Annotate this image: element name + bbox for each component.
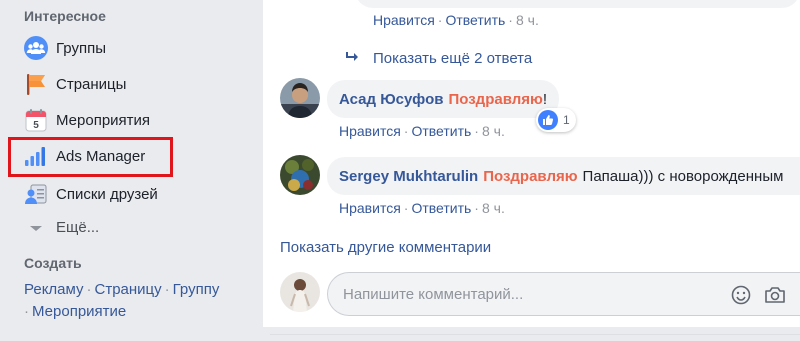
calendar-icon: 5 bbox=[24, 108, 48, 132]
separator-dot: · bbox=[437, 12, 443, 28]
previous-comment-bubble bbox=[355, 0, 800, 8]
avatar[interactable] bbox=[280, 78, 320, 118]
camera-icon[interactable] bbox=[764, 284, 786, 306]
separator-dot: · bbox=[86, 281, 92, 298]
reaction-count-badge[interactable]: 1 bbox=[536, 108, 576, 132]
create-group-link[interactable]: Группу bbox=[173, 281, 220, 298]
sidebar-item-more[interactable]: Ещё... bbox=[24, 213, 99, 241]
caret-down-icon bbox=[24, 215, 48, 239]
show-more-replies-label: Показать ещё 2 ответа bbox=[373, 50, 533, 67]
sidebar-item-label: Мероприятия bbox=[56, 111, 151, 129]
comment-actions: Нравится · Ответить · 8 ч. bbox=[339, 123, 505, 139]
comment-actions: Нравится · Ответить · 8 ч. bbox=[373, 12, 539, 28]
sidebar-item-events[interactable]: 5 Мероприятия bbox=[24, 106, 150, 134]
reaction-count: 1 bbox=[563, 113, 570, 127]
pages-flag-icon bbox=[24, 72, 48, 96]
separator-dot: · bbox=[403, 200, 409, 216]
sidebar-item-label: Страницы bbox=[56, 75, 127, 93]
sidebar-item-pages[interactable]: Страницы bbox=[24, 70, 126, 98]
comment-author[interactable]: Sergey Mukhtarulin bbox=[339, 168, 478, 185]
divider bbox=[270, 334, 800, 335]
current-user-avatar[interactable] bbox=[280, 272, 320, 312]
comment-text: ! bbox=[542, 90, 547, 108]
sidebar-item-label: Ещё... bbox=[56, 218, 100, 236]
like-link[interactable]: Нравится bbox=[339, 200, 401, 216]
separator-dot: · bbox=[474, 200, 479, 216]
show-other-comments-link[interactable]: Показать другие комментарии bbox=[280, 239, 491, 256]
thumbs-up-icon bbox=[538, 110, 558, 130]
comment-time[interactable]: 8 ч. bbox=[482, 123, 505, 139]
create-links: Рекламу · Страницу · Группу · Мероприятие bbox=[24, 279, 254, 323]
avatar[interactable] bbox=[280, 155, 320, 195]
reply-link[interactable]: Ответить bbox=[445, 12, 505, 28]
create-ad-link[interactable]: Рекламу bbox=[24, 281, 84, 298]
like-link[interactable]: Нравится bbox=[339, 123, 401, 139]
comment-mention[interactable]: Поздравляю bbox=[448, 91, 542, 108]
comment-mention[interactable]: Поздравляю bbox=[483, 168, 577, 185]
separator-dot: · bbox=[474, 123, 479, 139]
left-sidebar: Интересное Группы Страницы 5 Мероприятия… bbox=[0, 0, 263, 341]
create-page-link[interactable]: Страницу bbox=[95, 281, 162, 298]
create-event-link[interactable]: Мероприятие bbox=[32, 303, 126, 320]
comment-composer[interactable] bbox=[327, 272, 800, 316]
groups-icon bbox=[24, 36, 48, 60]
reply-link[interactable]: Ответить bbox=[411, 123, 471, 139]
comment-bubble: Sergey Mukhtarulin Поздравляю Папаша))) с… bbox=[327, 157, 800, 195]
emoji-icon[interactable] bbox=[730, 284, 752, 306]
reply-link[interactable]: Ответить bbox=[411, 200, 471, 216]
section-title-create: Создать bbox=[24, 255, 82, 271]
comment-time[interactable]: 8 ч. bbox=[516, 12, 539, 28]
separator-dot: · bbox=[164, 281, 170, 298]
like-link[interactable]: Нравится bbox=[373, 12, 435, 28]
comment-bubble: Асад Юсуфов Поздравляю! bbox=[327, 80, 559, 118]
separator-dot: · bbox=[24, 303, 29, 320]
sidebar-item-groups[interactable]: Группы bbox=[24, 34, 106, 62]
separator-dot: · bbox=[403, 123, 409, 139]
comment-text: Папаша))) с новорожденным bbox=[582, 167, 784, 185]
comment-time[interactable]: 8 ч. bbox=[482, 200, 505, 216]
svg-text:5: 5 bbox=[33, 120, 39, 131]
sidebar-item-label: Группы bbox=[56, 39, 106, 57]
comment-input[interactable] bbox=[343, 285, 703, 303]
show-more-replies-link[interactable]: Показать ещё 2 ответа bbox=[345, 50, 532, 67]
ads-manager-highlight-frame bbox=[8, 137, 173, 177]
friend-lists-icon bbox=[24, 182, 48, 206]
separator-dot: · bbox=[508, 12, 513, 28]
sidebar-item-friend-lists[interactable]: Списки друзей bbox=[24, 180, 158, 208]
section-title-interesting: Интересное bbox=[24, 8, 106, 24]
sidebar-item-label: Списки друзей bbox=[56, 185, 158, 203]
reply-arrow-icon bbox=[345, 50, 359, 67]
comment-author[interactable]: Асад Юсуфов bbox=[339, 91, 443, 108]
comment-actions: Нравится · Ответить · 8 ч. bbox=[339, 200, 505, 216]
